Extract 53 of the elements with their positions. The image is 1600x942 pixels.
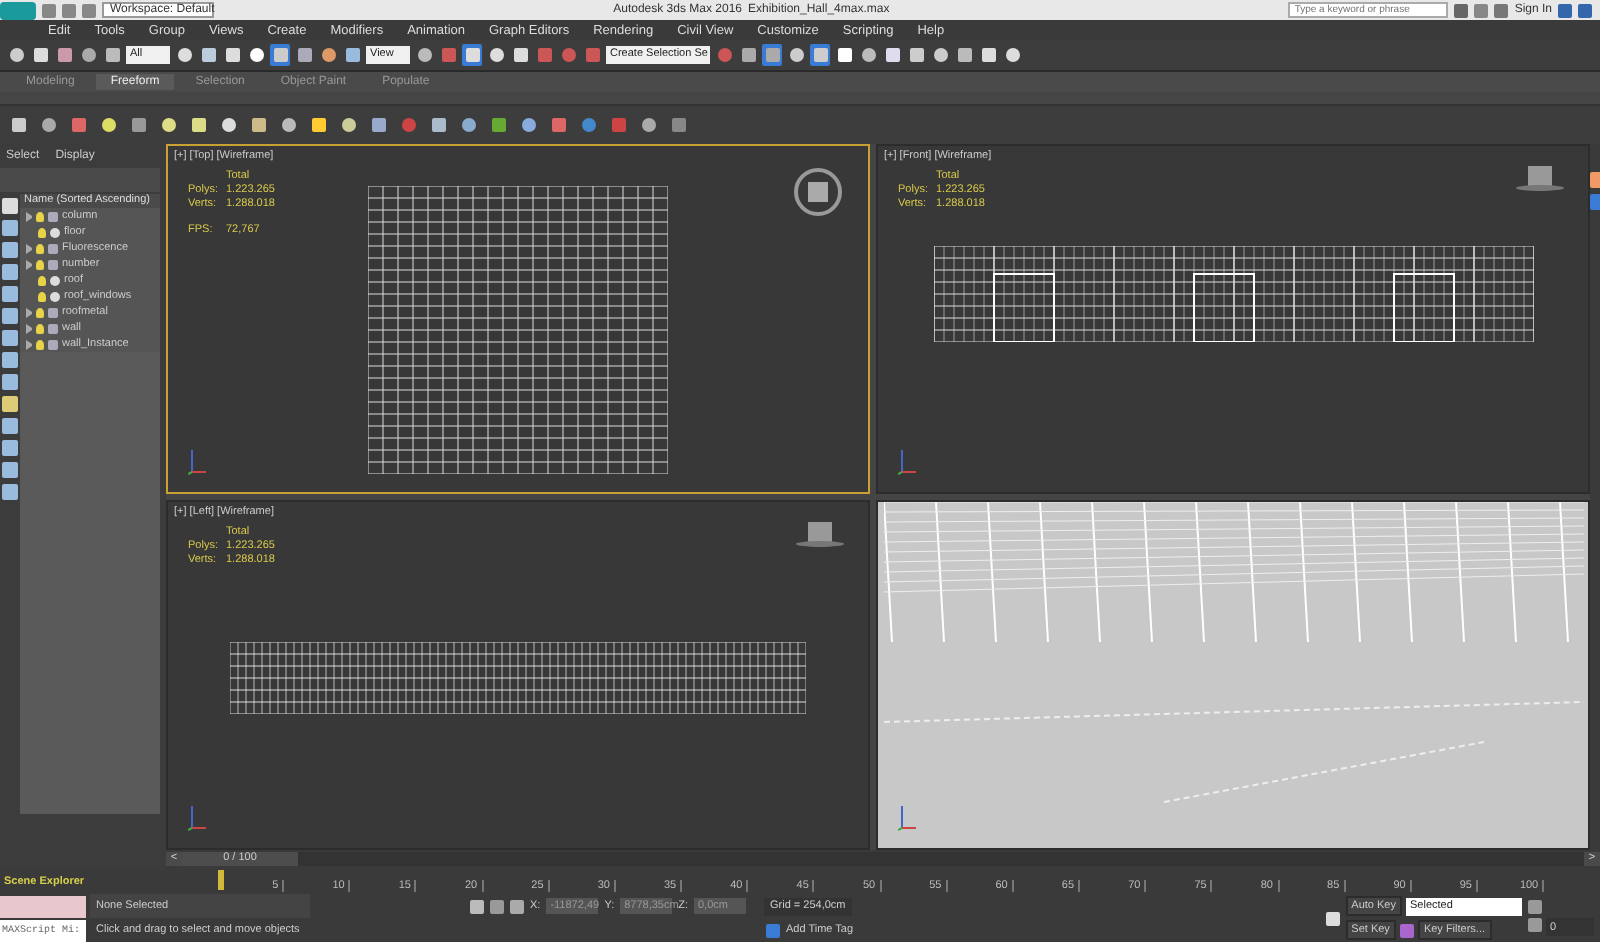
viewcube-compass-icon[interactable] xyxy=(792,166,844,218)
toolbar-tool-icon[interactable] xyxy=(342,44,362,66)
toolbar-tool-icon[interactable] xyxy=(858,44,878,66)
create-tool-icon[interactable] xyxy=(218,114,238,136)
create-tool-icon[interactable] xyxy=(308,114,328,136)
toolbar-tool-icon[interactable] xyxy=(198,44,218,66)
sphere-icon xyxy=(50,227,60,237)
create-tool-icon[interactable] xyxy=(338,114,358,136)
toolbar-tool-icon[interactable] xyxy=(954,44,974,66)
app-logo[interactable] xyxy=(0,1,36,19)
create-tool-icon[interactable] xyxy=(428,114,448,136)
script-listener-field[interactable] xyxy=(0,896,86,918)
toolbar-tool-icon[interactable] xyxy=(786,44,806,66)
toolbar-tool-icon[interactable] xyxy=(834,44,854,66)
toolbar-tool-icon[interactable] xyxy=(930,44,950,66)
toolbar-tool-icon[interactable] xyxy=(882,44,902,66)
toolbar-tool-icon[interactable] xyxy=(318,44,338,66)
create-tool-icon[interactable] xyxy=(488,114,508,136)
create-tool-icon[interactable] xyxy=(128,114,148,136)
create-tool-icon[interactable] xyxy=(368,114,388,136)
toolbar-tool-icon[interactable] xyxy=(6,44,26,66)
toolbar-tool-icon[interactable] xyxy=(246,44,266,66)
toolbar-tool-icon[interactable] xyxy=(294,44,314,66)
toolbar-tool-icon[interactable] xyxy=(1002,44,1022,66)
create-tool-icon[interactable] xyxy=(98,114,118,136)
toolbar-tool-icon[interactable] xyxy=(738,44,758,66)
axis-gizmo-icon xyxy=(188,448,208,476)
create-tool-icon[interactable] xyxy=(518,114,538,136)
axis-gizmo-icon xyxy=(898,804,918,832)
toolbar-tool-icon[interactable] xyxy=(102,44,122,66)
viewcube-icon[interactable] xyxy=(796,522,844,550)
axis-gizmo-icon xyxy=(188,804,208,832)
create-tool-icon[interactable] xyxy=(8,114,28,136)
toolbar-tool-icon[interactable] xyxy=(510,44,530,66)
toolbar-tool-icon[interactable] xyxy=(414,44,434,66)
create-tool-icon[interactable] xyxy=(248,114,268,136)
toolbar-tool-icon[interactable] xyxy=(30,44,50,66)
create-tool-icon[interactable] xyxy=(458,114,478,136)
toolbar-tool-icon[interactable] xyxy=(174,44,194,66)
frame-marker[interactable] xyxy=(218,870,224,890)
axis-gizmo-icon xyxy=(898,448,918,476)
create-tool-icon[interactable] xyxy=(188,114,208,136)
toolbar-tool-icon[interactable] xyxy=(486,44,506,66)
create-tool-icon[interactable] xyxy=(638,114,658,136)
toolbar-tool-icon[interactable] xyxy=(906,44,926,66)
toolbar-tool-icon[interactable] xyxy=(978,44,998,66)
viewcube-icon[interactable] xyxy=(1516,166,1564,194)
toolbar-tool-icon[interactable] xyxy=(78,44,98,66)
create-tool-icon[interactable] xyxy=(158,114,178,136)
toolbar-tool-icon[interactable] xyxy=(54,44,74,66)
create-tool-icon[interactable] xyxy=(278,114,298,136)
create-tool-icon[interactable] xyxy=(38,114,58,136)
toolbar-tool-icon[interactable] xyxy=(222,44,242,66)
